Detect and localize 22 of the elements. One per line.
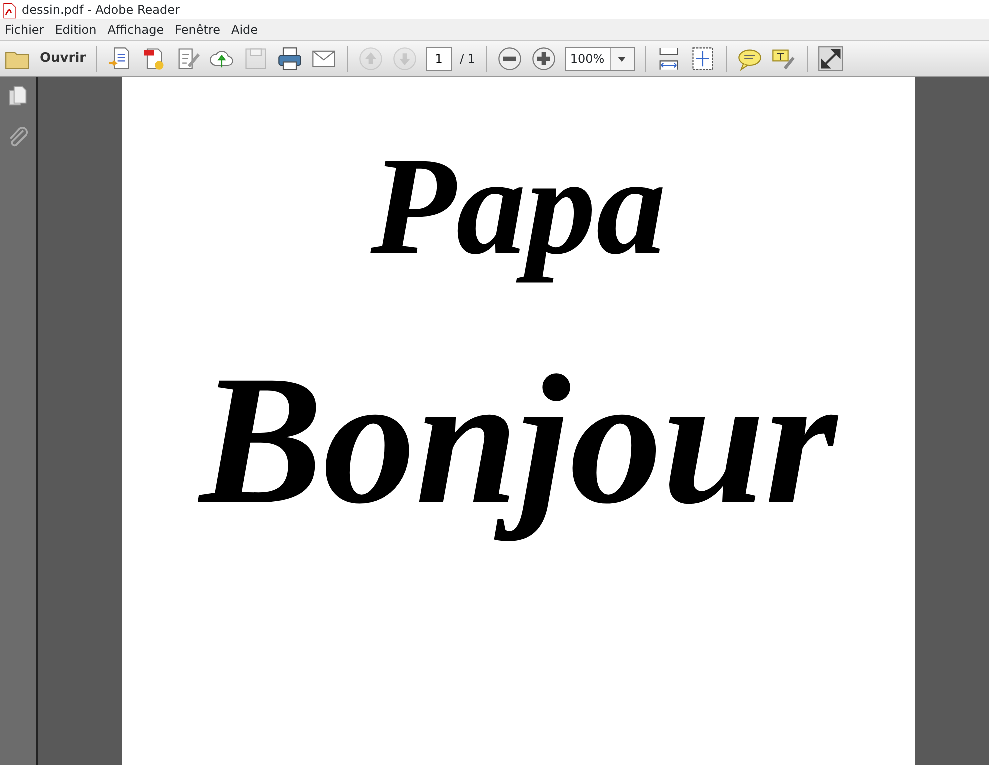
expand-icon[interactable] [818,46,844,72]
fit-page-icon[interactable] [690,46,716,72]
paperclip-icon[interactable] [7,127,29,149]
caret-icon [618,56,626,62]
print-icon[interactable] [277,46,304,72]
menu-item[interactable]: Edition [50,20,103,38]
zoom-out-icon[interactable] [496,46,523,72]
menu-item[interactable]: Fichier [0,20,50,38]
open-button[interactable]: Ouvrir [4,46,86,72]
page-total: / 1 [460,50,476,68]
zoom-dropdown[interactable]: 100% [564,46,635,70]
menu-item[interactable]: Affichage [102,20,170,38]
page-number-field[interactable]: 1 [426,46,452,70]
menu-item[interactable]: Fenêtre [170,20,226,38]
zoom-in-icon[interactable] [530,46,557,72]
window-title: dessin.pdf - Adobe Reader [22,2,180,18]
menu-item[interactable]: Aide [226,20,264,38]
pages-icon[interactable] [7,85,29,107]
document-heading: Papa [370,128,668,286]
document-heading: Bonjour [197,337,840,545]
dropdown-button[interactable] [610,48,634,70]
pdf-file-icon [2,2,18,18]
